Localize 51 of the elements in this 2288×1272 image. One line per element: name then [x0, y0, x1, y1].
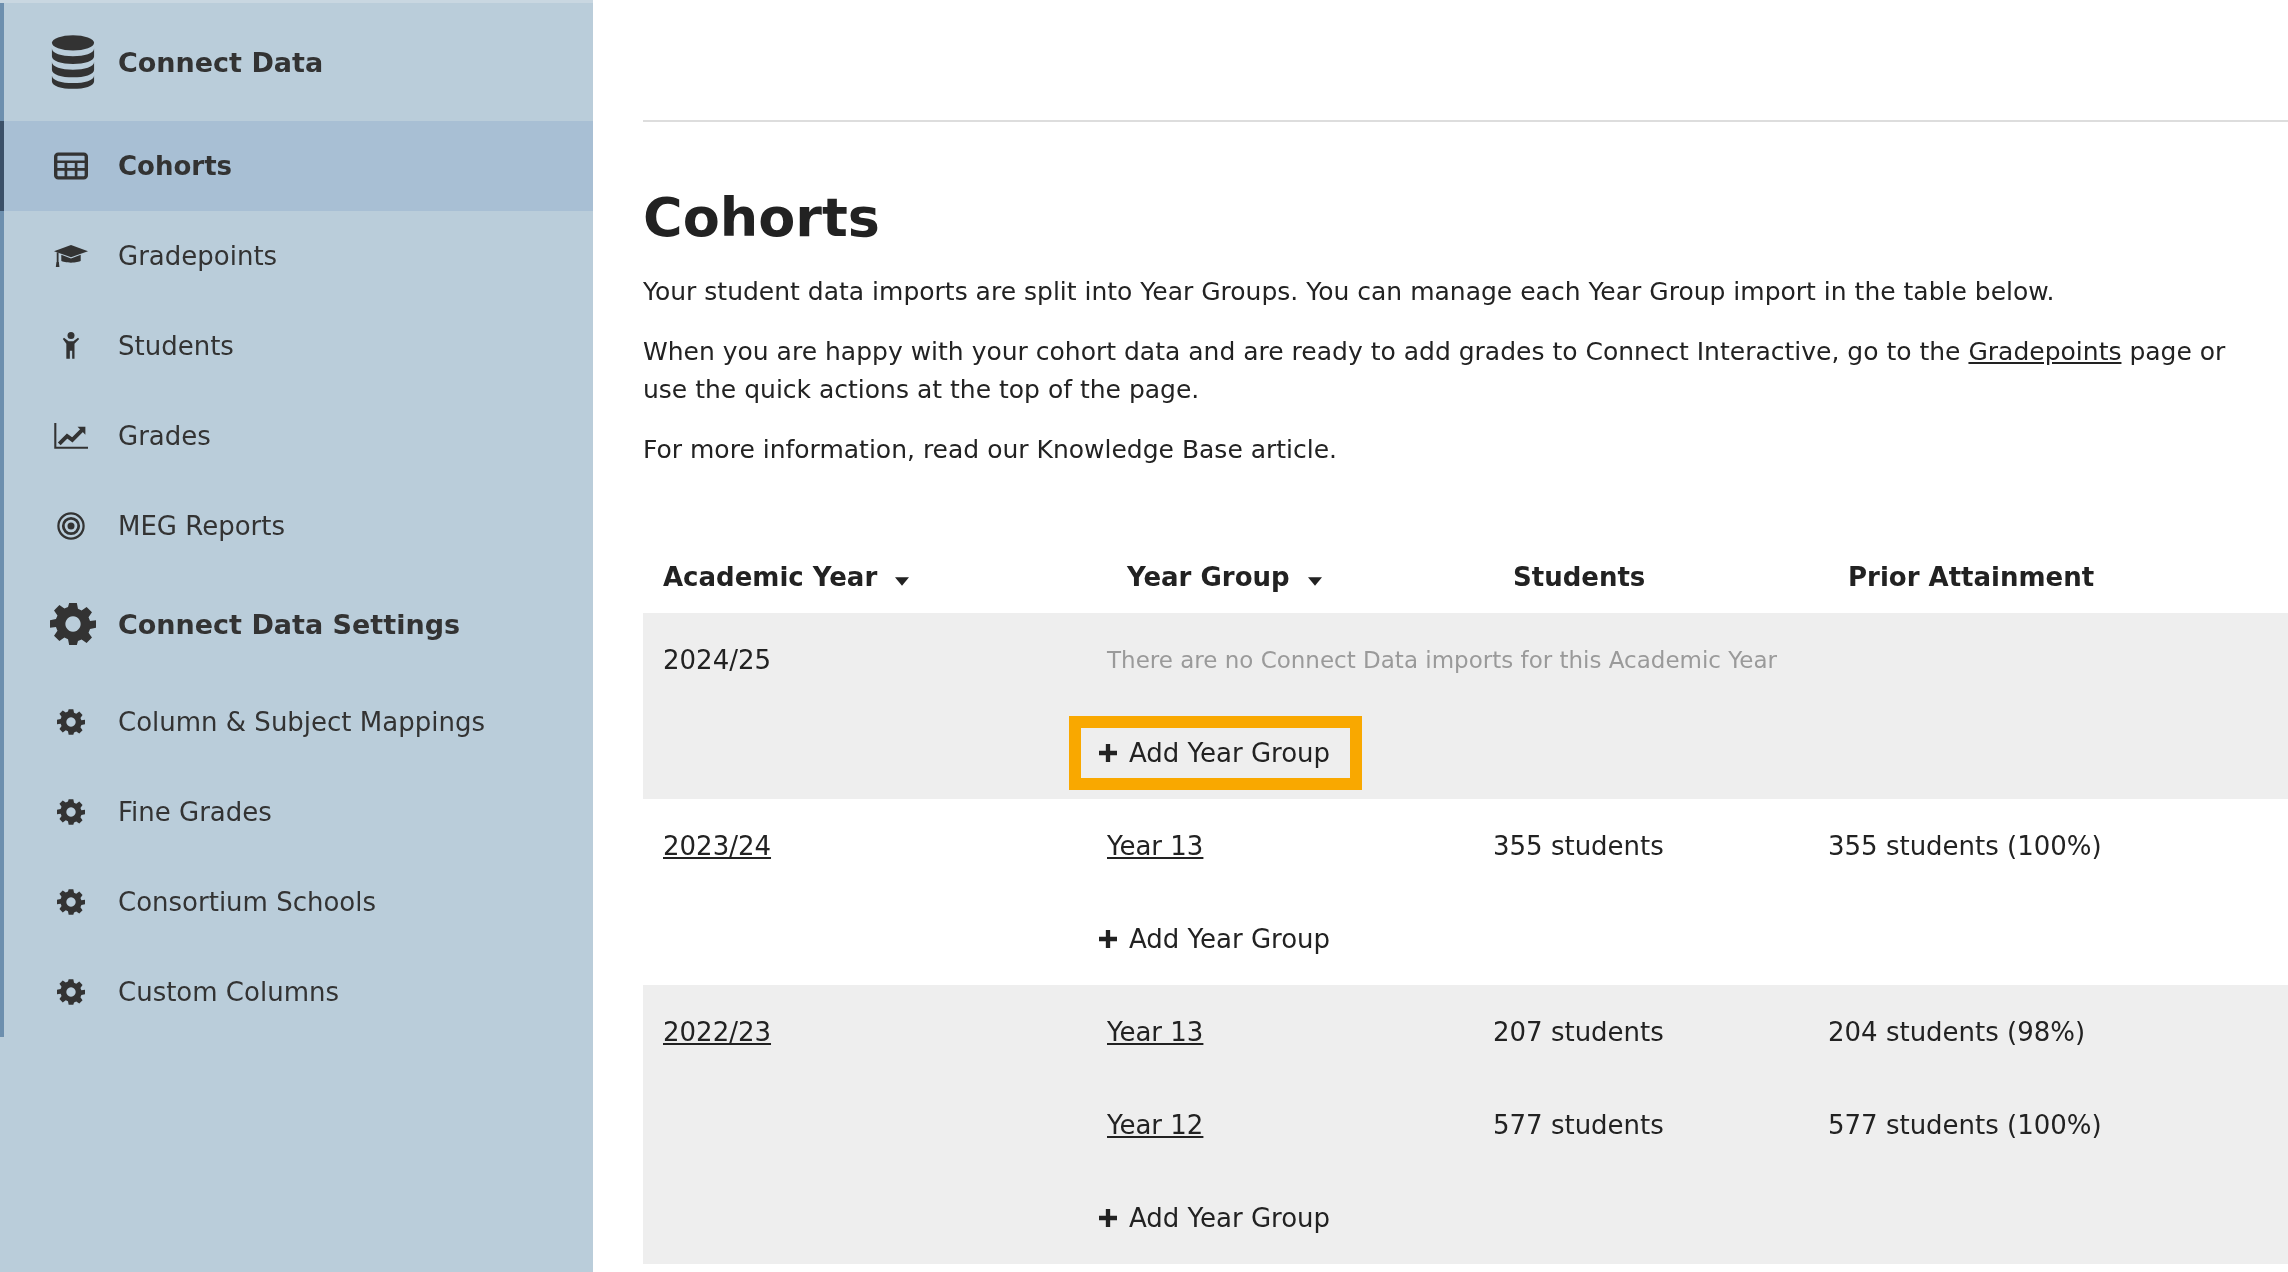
gear-icon: [50, 601, 96, 647]
students-count: 207 students: [1493, 1016, 1664, 1047]
line-chart-icon: [54, 422, 88, 450]
nav-item[interactable]: MEG Reports: [0, 481, 593, 571]
column-header: Students: [1512, 562, 1647, 592]
nav-item[interactable]: Column & Subject Mappings: [0, 677, 593, 767]
empty-message: There are no Connect Data imports for this Academic Year: [1107, 646, 1777, 673]
year-group-link[interactable]: Year 13: [1107, 830, 1204, 861]
nav-item[interactable]: Fine Grades: [0, 767, 593, 857]
target-icon: [54, 512, 88, 540]
sort-caret-icon: [895, 576, 910, 586]
academic-year-link[interactable]: 2022/23: [663, 985, 1107, 1078]
sidebar-heading: Connect Data: [118, 46, 324, 78]
year-group-link[interactable]: Year 13: [1107, 1016, 1204, 1047]
sidebar-heading: Connect Data Settings: [118, 608, 461, 640]
students-count: 577 students: [1493, 1109, 1664, 1140]
sort-caret-icon: [1307, 576, 1322, 586]
nav-item[interactable]: Gradepoints: [0, 211, 593, 301]
prior-attainment: 577 students (100%): [1828, 1109, 2102, 1140]
page-title: Cohorts: [643, 186, 881, 249]
gear-icon: [54, 798, 88, 826]
nav-item[interactable]: Custom Columns: [0, 947, 593, 1037]
add-year-group-button[interactable]: Add Year Group: [1069, 715, 1363, 790]
nav-item[interactable]: Students: [0, 301, 593, 391]
plus-icon: [1099, 1208, 1117, 1227]
plus-icon: [1099, 743, 1117, 762]
gradepoints-link[interactable]: Gradepoints: [1968, 337, 2122, 366]
academic-year-link[interactable]: 2023/24: [663, 799, 1107, 892]
plus-icon: [1099, 929, 1117, 948]
add-year-group-button[interactable]: Add Year Group: [1069, 901, 1363, 976]
table-icon: [54, 152, 88, 180]
students-count: 355 students: [1493, 830, 1664, 861]
graduation-cap-icon: [54, 242, 88, 270]
gear-icon: [54, 708, 88, 736]
prior-attainment: 204 students (98%): [1828, 1016, 2086, 1047]
database-icon: [50, 35, 96, 89]
nav-item[interactable]: Cohorts: [0, 121, 593, 211]
column-header: Prior Attainment: [1847, 562, 2095, 592]
nav-item[interactable]: Grades: [0, 391, 593, 481]
academic-year: 2024/25: [663, 643, 772, 677]
nav-item[interactable]: Consortium Schools: [0, 857, 593, 947]
column-header[interactable]: Academic Year: [643, 562, 1107, 592]
add-year-group-button[interactable]: Add Year Group: [1069, 1180, 1363, 1255]
prior-attainment: 355 students (100%): [1828, 830, 2102, 861]
intro-text: Your student data imports are split into Year Groups. You can manage each Year Group import in the table below.: [643, 276, 2056, 308]
column-header[interactable]: Year Group: [1107, 562, 1493, 592]
gear-icon: [54, 888, 88, 916]
instructions-text: When you are happy with your cohort data and are ready to add grades to Connect Interactive, go to the Gradepoints page or use the quick actions at the top of the page.: [643, 336, 2227, 406]
year-group-link[interactable]: Year 12: [1107, 1109, 1204, 1140]
gear-icon: [54, 978, 88, 1006]
info-text: For more information, read our Knowledge Base article.: [643, 434, 1339, 466]
